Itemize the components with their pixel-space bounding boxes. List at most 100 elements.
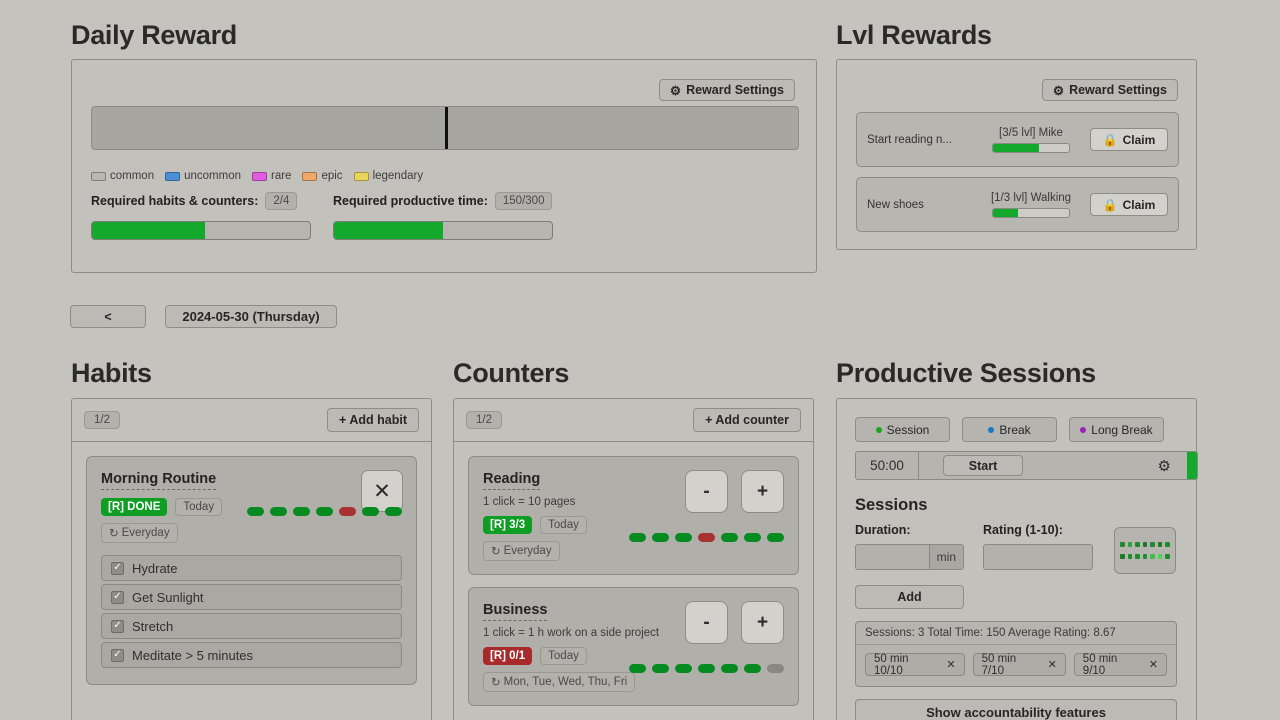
daily-reward-settings-button[interactable]: ⚙ Reward Settings xyxy=(658,79,795,101)
session-chip[interactable]: 50 min 9/10 ✕ xyxy=(1073,653,1167,677)
checkbox-icon[interactable]: ✓ xyxy=(111,561,124,575)
counter-decrement-button[interactable]: - xyxy=(685,470,728,513)
repeat-icon: ↻ xyxy=(109,528,119,540)
habit-status-badge[interactable]: [R] DONE xyxy=(101,498,168,516)
lvl-reward-claim-button[interactable]: 🔒 Claim xyxy=(1090,193,1168,216)
counter-history-dots xyxy=(629,664,784,673)
close-icon[interactable]: ✕ xyxy=(1149,658,1158,671)
lvl-reward-name: New shoes xyxy=(867,198,924,211)
gear-icon[interactable]: ⚙ xyxy=(1158,457,1171,475)
counter-repeat-label: Everyday xyxy=(503,545,552,557)
lvl-reward-level-label: [1/3 lvl] Walking xyxy=(990,191,1072,204)
sessions-summary-box: Sessions: 3 Total Time: 150 Average Rati… xyxy=(855,621,1177,687)
session-grid-dot xyxy=(1142,554,1148,559)
required-time-progress xyxy=(333,221,553,240)
current-date-button[interactable]: 2024-05-30 (Thursday) xyxy=(165,305,337,328)
legend-swatch-common xyxy=(91,171,106,181)
counter-increment-button[interactable]: + xyxy=(741,470,784,513)
add-session-button[interactable]: Add xyxy=(855,585,964,609)
history-dot xyxy=(652,533,669,542)
checkbox-icon[interactable]: ✓ xyxy=(111,590,124,604)
habit-checklist-item[interactable]: ✓ Meditate > 5 minutes xyxy=(101,642,402,668)
session-chip-label: 50 min 7/10 xyxy=(981,652,1017,677)
habit-repeat-row: ↻ Everyday xyxy=(101,523,402,543)
mode-break-button[interactable]: Break xyxy=(962,417,1057,442)
session-chip[interactable]: 50 min 7/10 ✕ xyxy=(972,652,1066,677)
required-time-block: Required productive time: 150/300 xyxy=(333,192,573,240)
legend-label: common xyxy=(110,170,155,182)
add-habit-button[interactable]: + Add habit xyxy=(327,408,419,432)
counter-subtitle: 1 click = 10 pages xyxy=(483,496,576,508)
required-habits-label-row: Required habits & counters: 2/4 xyxy=(91,192,331,210)
checkbox-icon[interactable]: ✓ xyxy=(111,648,124,662)
counter-card: - + Business 1 click = 1 h work on a sid… xyxy=(468,587,799,706)
rating-input[interactable] xyxy=(984,545,1092,569)
lock-icon: 🔒 xyxy=(1102,197,1118,212)
history-dot xyxy=(293,507,310,516)
lvl-reward-progress-block: [1/3 lvl] Walking xyxy=(972,192,1090,218)
counter-decrement-button[interactable]: - xyxy=(685,601,728,644)
app-root: Daily Reward ⚙ Reward Settings common un… xyxy=(0,0,1280,720)
mode-session-button[interactable]: Session xyxy=(855,417,950,442)
lvl-rewards-panel: ⚙ Reward Settings Start reading n... [3/… xyxy=(836,59,1197,250)
session-grid-dot xyxy=(1165,554,1171,559)
duration-input-wrap[interactable]: min xyxy=(855,544,964,570)
session-grid-dot xyxy=(1127,554,1133,559)
sessions-subheading: Sessions xyxy=(855,496,928,514)
rating-input-wrap[interactable] xyxy=(983,544,1093,570)
mode-break-label: Break xyxy=(999,422,1031,437)
counter-name[interactable]: Business xyxy=(483,602,548,621)
counter-status-row: [R] 3/3 Today xyxy=(483,516,784,534)
required-time-progress-fill xyxy=(334,222,443,239)
close-icon[interactable]: ✕ xyxy=(361,470,403,512)
history-dot xyxy=(629,664,646,673)
lvl-reward-progress xyxy=(992,207,1070,218)
mode-long-break-button[interactable]: Long Break xyxy=(1069,417,1164,442)
sessions-heading: Productive Sessions xyxy=(836,358,1096,388)
counter-repeat-badge[interactable]: ↻ Mon, Tue, Wed, Thu, Fri xyxy=(483,672,636,692)
lvl-reward-settings-button[interactable]: ⚙ Reward Settings xyxy=(1041,79,1178,101)
counter-today-badge[interactable]: Today xyxy=(540,647,587,665)
habit-checklist-item[interactable]: ✓ Stretch xyxy=(101,613,402,639)
close-icon[interactable]: ✕ xyxy=(946,658,955,671)
counter-status-badge[interactable]: [R] 3/3 xyxy=(483,516,533,534)
habit-checklist-label: Meditate > 5 minutes xyxy=(132,647,254,663)
habit-name[interactable]: Morning Routine xyxy=(101,471,217,490)
legend-swatch-rare xyxy=(252,171,267,181)
counter-repeat-badge[interactable]: ↻ Everyday xyxy=(483,541,560,561)
lvl-reward-claim-button[interactable]: 🔒 Claim xyxy=(1090,128,1168,151)
counter-increment-button[interactable]: + xyxy=(741,601,784,644)
habit-repeat-badge[interactable]: ↻ Everyday xyxy=(101,523,178,543)
lvl-reward-name: Start reading n... xyxy=(867,133,953,146)
legend-label: rare xyxy=(271,170,292,182)
habit-history-dots xyxy=(247,507,402,516)
history-dot xyxy=(698,664,715,673)
show-accountability-button[interactable]: Show accountability features xyxy=(855,699,1177,720)
habit-checklist-item[interactable]: ✓ Hydrate xyxy=(101,555,402,581)
counter-name[interactable]: Reading xyxy=(483,471,541,490)
timer-display: 50:00 xyxy=(856,452,919,479)
previous-day-button[interactable]: < xyxy=(70,305,146,328)
mode-long-break-label: Long Break xyxy=(1091,422,1153,437)
legend-item: uncommon xyxy=(165,170,241,182)
required-habits-label: Required habits & counters: xyxy=(91,194,259,208)
duration-input[interactable] xyxy=(856,545,929,569)
session-dot-grid xyxy=(1114,527,1176,574)
legend-item: epic xyxy=(302,170,343,182)
counter-status-badge[interactable]: [R] 0/1 xyxy=(483,647,533,665)
counter-today-badge[interactable]: Today xyxy=(540,516,587,534)
timer-start-button[interactable]: Start xyxy=(943,455,1023,476)
required-time-label: Required productive time: xyxy=(333,194,488,208)
checkbox-icon[interactable]: ✓ xyxy=(111,619,124,633)
add-counter-button[interactable]: + Add counter xyxy=(693,408,801,432)
daily-reward-progress-bar xyxy=(91,106,799,150)
close-icon[interactable]: ✕ xyxy=(1048,658,1057,671)
required-habits-progress-fill xyxy=(92,222,206,239)
status-dot-icon xyxy=(1080,426,1087,433)
habit-checklist-item[interactable]: ✓ Get Sunlight xyxy=(101,584,402,610)
session-grid-dot xyxy=(1157,542,1163,547)
session-chip[interactable]: 50 min 10/10 ✕ xyxy=(865,653,965,677)
habit-today-badge[interactable]: Today xyxy=(175,498,223,516)
session-grid-dot xyxy=(1135,542,1140,547)
daily-reward-settings-label: Reward Settings xyxy=(686,83,784,97)
